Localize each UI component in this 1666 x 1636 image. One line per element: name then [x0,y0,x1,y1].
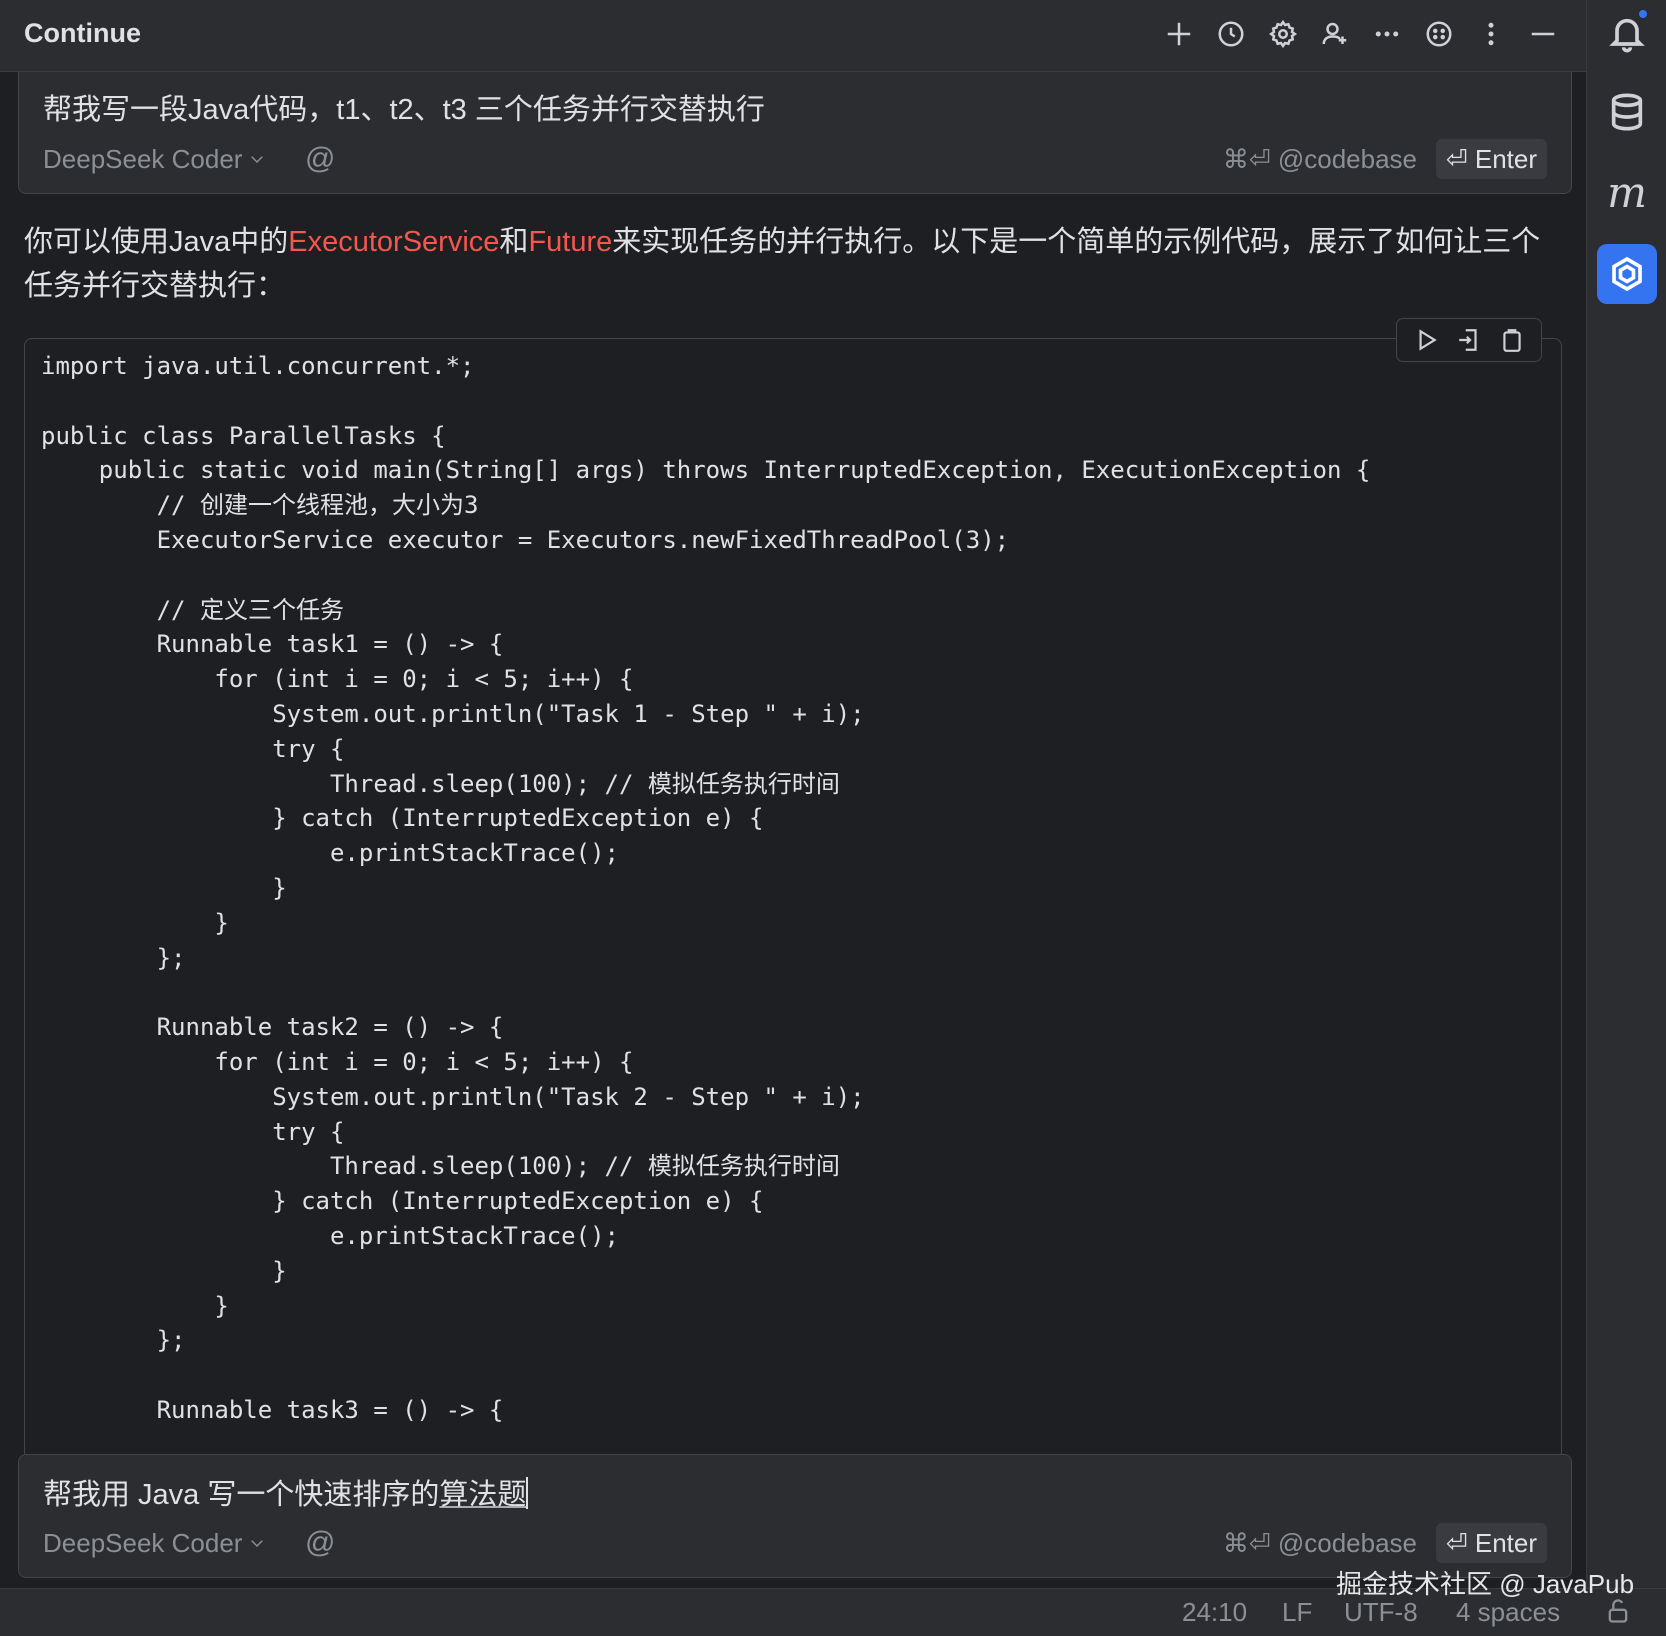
more-horizontal-icon[interactable] [1368,12,1406,56]
continue-plugin-icon[interactable] [1597,244,1657,304]
second-prompt-footer: DeepSeek Coder @ ⌘⏎ @codebase ⏎ Enter [43,1523,1547,1563]
code-block-toolbar [1396,318,1542,362]
prompt-input-text: 帮我用 Java 写一个快速排序的 [43,1479,440,1511]
code-line: } catch (InterruptedException e) { [41,1187,764,1216]
code-line: Thread.sleep(100); // 模拟任务执行时间 [41,769,840,798]
continue-panel: Continue 帮我写一段Java代码，t1、t2、t3 三个任务并行交替执行… [0,0,1586,1588]
panel-title: Continue [24,18,141,48]
code-line: Runnable task1 = () -> { [41,630,504,659]
indent-setting[interactable]: 4 spaces [1456,1597,1560,1628]
code-line: }; [41,943,186,972]
model-selector[interactable]: DeepSeek Coder [43,1523,266,1563]
minimize-icon[interactable] [1524,12,1562,56]
code-line: } [41,1291,229,1320]
model-name: DeepSeek Coder [43,144,243,174]
notification-dot [1637,8,1649,20]
prompt-input-composing-text: 算法题 [439,1479,527,1511]
code-line: // 定义三个任务 [41,595,344,624]
code-line: e.printStackTrace(); [41,1221,619,1250]
codebase-hint[interactable]: ⌘⏎ @codebase [1223,1523,1417,1563]
right-tool-sidebar: m [1586,0,1666,1588]
at-mention-button[interactable]: @ [305,1523,335,1563]
code-line: Thread.sleep(100); // 模拟任务执行时间 [41,1152,840,1181]
code-line: Runnable task2 = () -> { [41,1013,504,1042]
code-content: import java.util.concurrent.*; public cla… [41,349,1370,1428]
codebase-hint[interactable]: ⌘⏎ @codebase [1223,139,1417,179]
titlebar-toolbar [1160,12,1562,56]
code-line: for (int i = 0; i < 5; i++) { [41,665,634,694]
chevron-down-icon [251,1540,264,1548]
user-add-icon[interactable] [1316,12,1354,56]
response-intro-part2: 和 [499,226,529,258]
response-highlight-executorservice: ExecutorService [288,226,500,258]
first-prompt-text[interactable]: 帮我写一段Java代码，t1、t2、t3 三个任务并行交替执行 [43,86,765,128]
code-line: e.printStackTrace(); [41,839,619,868]
run-icon[interactable] [1411,325,1441,355]
insert-icon[interactable] [1454,325,1484,355]
text-caret [526,1477,529,1509]
m-plugin-icon[interactable]: m [1597,162,1657,222]
code-line: } [41,1256,287,1285]
assistant-response-text: 你可以使用Java中的ExecutorService和Future来实现任务的并… [24,220,1564,308]
code-line: // 创建一个线程池，大小为3 [41,491,479,520]
notification-bell-icon[interactable] [1597,4,1657,64]
cursor-position[interactable]: 24:10 [1182,1597,1247,1628]
code-line: System.out.println("Task 1 - Step " + i)… [41,699,865,728]
smiley-icon[interactable] [1420,12,1458,56]
code-line: Runnable task3 = () -> { [41,1395,504,1424]
file-encoding[interactable]: UTF-8 [1344,1597,1418,1628]
model-selector[interactable]: DeepSeek Coder [43,139,266,179]
response-intro-part1: 你可以使用Java中的 [24,226,289,258]
code-line: } [41,908,229,937]
code-line: } catch (InterruptedException e) { [41,804,764,833]
plus-icon[interactable] [1160,12,1198,56]
more-vertical-icon[interactable] [1472,12,1510,56]
panel-titlebar: Continue [0,0,1586,72]
second-prompt-box[interactable]: 帮我用 Java 写一个快速排序的算法题 DeepSeek Coder @ ⌘⏎… [18,1454,1572,1578]
history-icon[interactable] [1212,12,1250,56]
code-line: try { [41,1117,345,1146]
model-name: DeepSeek Coder [43,1528,243,1558]
enter-button[interactable]: ⏎ Enter [1435,1523,1547,1563]
code-line: ExecutorService executor = Executors.new… [41,525,1010,554]
line-ending[interactable]: LF [1282,1597,1312,1628]
code-line: for (int i = 0; i < 5; i++) { [41,1047,634,1076]
m-plugin-label: m [1607,167,1647,217]
code-line: } [41,873,287,902]
watermark: 掘金技术社区 @ JavaPub [1336,1569,1635,1599]
at-mention-button[interactable]: @ [305,139,335,179]
gear-icon[interactable] [1264,12,1302,56]
code-line: public class ParallelTasks { [41,421,446,450]
code-line: System.out.println("Task 2 - Step " + i)… [41,1082,865,1111]
copy-icon[interactable] [1497,325,1527,355]
enter-button[interactable]: ⏎ Enter [1435,139,1547,179]
prompt-input[interactable]: 帮我用 Java 写一个快速排序的算法题 [43,1471,529,1513]
code-line: import java.util.concurrent.*; [41,352,475,380]
code-line: }; [41,1326,186,1355]
code-line: public static void main(String[] args) t… [41,456,1371,485]
database-icon[interactable] [1597,82,1657,142]
first-prompt-box[interactable]: 帮我写一段Java代码，t1、t2、t3 三个任务并行交替执行 DeepSeek… [18,72,1572,194]
chevron-down-icon [251,156,264,164]
code-block[interactable]: import java.util.concurrent.*; public cla… [24,338,1562,1468]
first-prompt-footer: DeepSeek Coder @ ⌘⏎ @codebase ⏎ Enter [43,139,1547,179]
code-line: try { [41,734,345,763]
ide-window: Continue 帮我写一段Java代码，t1、t2、t3 三个任务并行交替执行… [0,0,1666,1636]
lock-icon[interactable] [1604,1597,1634,1627]
response-highlight-future: Future [528,226,613,258]
